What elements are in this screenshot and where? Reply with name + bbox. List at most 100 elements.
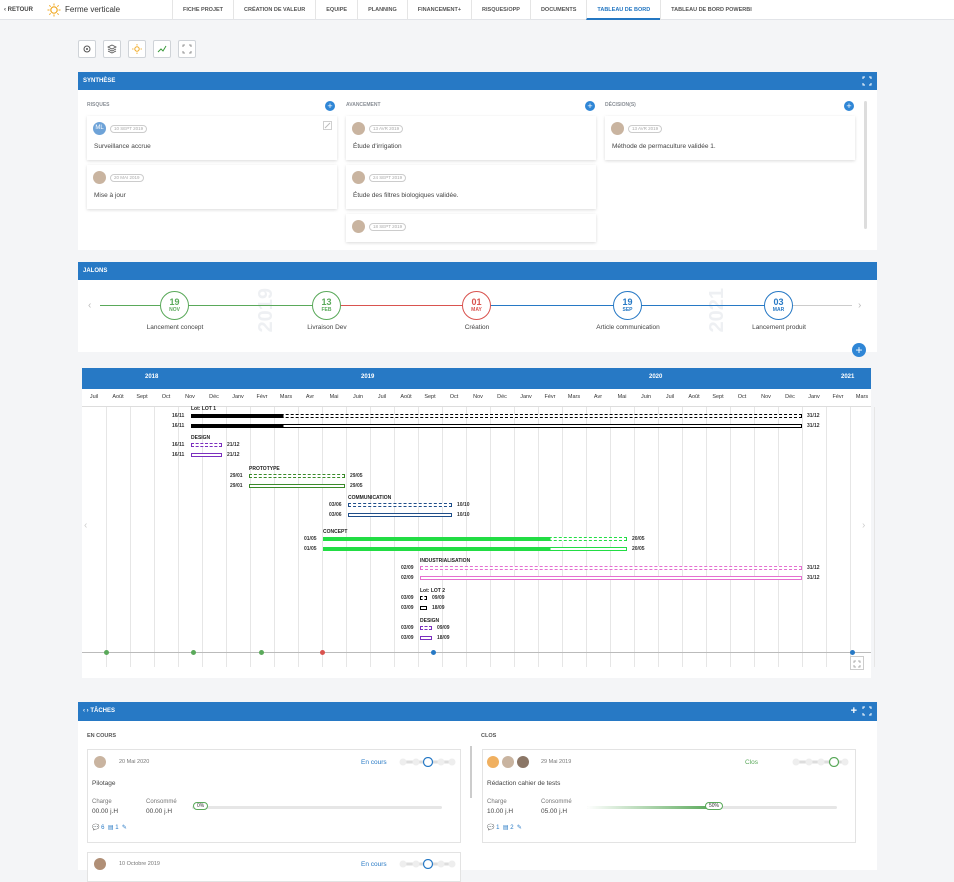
document-icon[interactable]: ▤: [503, 825, 509, 831]
tab-equipe[interactable]: EQUIPE: [315, 0, 357, 20]
jalons-header: JALONS: [78, 262, 877, 280]
milestone[interactable]: 01 MAY: [462, 291, 491, 320]
tab-fiche-projet[interactable]: FICHE PROJET: [172, 0, 233, 20]
gantt-end-label: 31/12: [807, 423, 820, 429]
gantt-bar-planned: [249, 474, 345, 478]
tab-creation-valeur[interactable]: CRÉATION DE VALEUR: [233, 0, 315, 20]
trend-button[interactable]: [153, 40, 171, 58]
avatar: [611, 122, 624, 135]
month-label: Sept: [136, 394, 148, 400]
task-card[interactable]: 20 Mai 2020 En cours Pilotage Charge 00.…: [87, 749, 461, 843]
layers-button[interactable]: [103, 40, 121, 58]
card-date: 13 AVR 2019: [369, 125, 404, 133]
task-name: Pilotage: [92, 780, 116, 787]
decision-card[interactable]: 13 AVR 2019 Méthode de permaculture vali…: [605, 116, 855, 160]
gantt-end-label: 20/05: [632, 536, 645, 542]
gantt-next-arrow[interactable]: ›: [862, 520, 865, 531]
gantt-start-label: 03/09: [401, 605, 414, 611]
charge-value: 00.00 j.H: [92, 808, 119, 815]
comment-count: 6: [101, 825, 105, 831]
gantt-fullscreen-button[interactable]: [850, 656, 864, 670]
document-icon[interactable]: ▤: [108, 825, 114, 831]
risques-header: RISQUES: [87, 102, 110, 108]
gantt-start-label: 16/11: [172, 423, 185, 429]
month-label: Déc: [209, 394, 219, 400]
comment-icon[interactable]: 💬: [92, 825, 99, 831]
gantt-end-label: 09/09: [437, 625, 450, 631]
edit-icon[interactable]: [323, 121, 332, 130]
grid-line: [706, 407, 707, 667]
grid-line: [778, 407, 779, 667]
add-decision-button[interactable]: +: [844, 101, 854, 111]
month-label: Févr: [832, 394, 844, 400]
milestone[interactable]: 03 MAR: [764, 291, 793, 320]
consomme-label: Consommé: [146, 799, 177, 805]
edit-icon[interactable]: ✎: [517, 825, 522, 831]
gantt-prev-arrow[interactable]: ‹: [84, 520, 87, 531]
risque-card[interactable]: ML 10 SEPT 2019 Surveillance accrue: [87, 116, 337, 160]
tab-planning[interactable]: PLANNING: [357, 0, 407, 20]
gear-icon: [83, 45, 91, 53]
milestone[interactable]: 19 SEP: [613, 291, 642, 320]
year-label: 2020: [649, 374, 663, 380]
gantt-row-label: Lot: LOT 2: [420, 588, 445, 594]
gantt-start-label: 02/09: [401, 575, 414, 581]
gantt-end-label: 18/09: [432, 605, 445, 611]
add-risque-button[interactable]: +: [325, 101, 335, 111]
add-jalon-button[interactable]: +: [852, 343, 866, 357]
milestone[interactable]: 19 NOV: [160, 291, 189, 320]
month-label: Avr: [593, 394, 603, 400]
tab-risques-opp[interactable]: RISQUES/OPP: [471, 0, 530, 20]
top-bar: ‹ RETOUR Ferme verticale FICHE PROJET CR…: [0, 0, 954, 20]
gantt-month-row: Juil Août Sept Oct Nov Déc Janv Févr Mars Avr Mai J…: [82, 389, 871, 407]
task-card[interactable]: 29 Mai 2019 Clos Rédaction cahier de tes…: [482, 749, 856, 843]
charge-value: 10.00 j.H: [487, 808, 514, 815]
doc-count: 2: [510, 825, 514, 831]
jalons-next-arrow[interactable]: ›: [858, 300, 861, 311]
gantt-start-label: 29/01: [230, 483, 243, 489]
task-actions: 💬 6 ▤ 1 ✎: [92, 824, 127, 831]
add-tache-button[interactable]: +: [851, 702, 857, 720]
year-watermark: 2021: [706, 288, 728, 333]
risque-card[interactable]: 20 MAI 2019 Mise à jour: [87, 165, 337, 209]
milestone[interactable]: 13 FEB: [312, 291, 341, 320]
settings-button[interactable]: [78, 40, 96, 58]
avancement-card[interactable]: 13 AVR 2019 Étude d'irrigation: [346, 116, 596, 160]
task-date: 20 Mai 2020: [119, 759, 150, 765]
jalons-prev-arrow[interactable]: ‹: [88, 300, 91, 311]
task-card[interactable]: 10 Octobre 2019 En cours: [87, 852, 461, 882]
project-title: Ferme verticale: [65, 5, 121, 14]
avatar: [352, 220, 365, 233]
add-avancement-button[interactable]: +: [585, 101, 595, 111]
tab-tableau-de-bord-powerbi[interactable]: TABLEAU DE BORD POWERBI: [660, 0, 762, 20]
weather-button[interactable]: [128, 40, 146, 58]
expand-icon[interactable]: [862, 76, 872, 86]
tasks-scrollbar[interactable]: [470, 746, 472, 798]
month-label: Mars: [855, 394, 869, 400]
expand-icon[interactable]: [862, 706, 872, 716]
gantt-end-label: 09/09: [432, 595, 445, 601]
tab-financement[interactable]: FINANCEMENT+: [406, 0, 471, 20]
edit-icon[interactable]: ✎: [122, 825, 127, 831]
status-stepper[interactable]: [398, 859, 456, 869]
gantt-bar-actual: [249, 484, 345, 488]
gantt-start-label: 01/05: [304, 536, 317, 542]
task-progress-pct: 50%: [705, 802, 724, 810]
fullscreen-button[interactable]: [178, 40, 196, 58]
status-stepper[interactable]: [791, 757, 849, 767]
status-stepper[interactable]: [398, 757, 456, 767]
gantt-end-label: 10/10: [457, 512, 470, 518]
grid-line: [730, 407, 731, 667]
task-progress-pct: 0%: [193, 802, 209, 810]
avancement-card[interactable]: 24 SEPT 2019 Étude des filtres biologiqu…: [346, 165, 596, 209]
timeline-segment: [100, 305, 327, 306]
tab-tableau-de-bord[interactable]: TABLEAU DE BORD: [586, 0, 661, 20]
back-button[interactable]: ‹ RETOUR: [4, 7, 33, 13]
tab-documents[interactable]: DOCUMENTS: [529, 0, 586, 20]
synthese-scrollbar[interactable]: [864, 101, 867, 229]
task-actions: 💬 1 ▤ 2 ✎: [487, 824, 522, 831]
avancement-card[interactable]: 18 SEPT 2019: [346, 214, 596, 242]
comment-icon[interactable]: 💬: [487, 825, 494, 831]
card-text: Étude des filtres biologiques validée.: [353, 192, 459, 199]
charge-label: Charge: [487, 799, 507, 805]
